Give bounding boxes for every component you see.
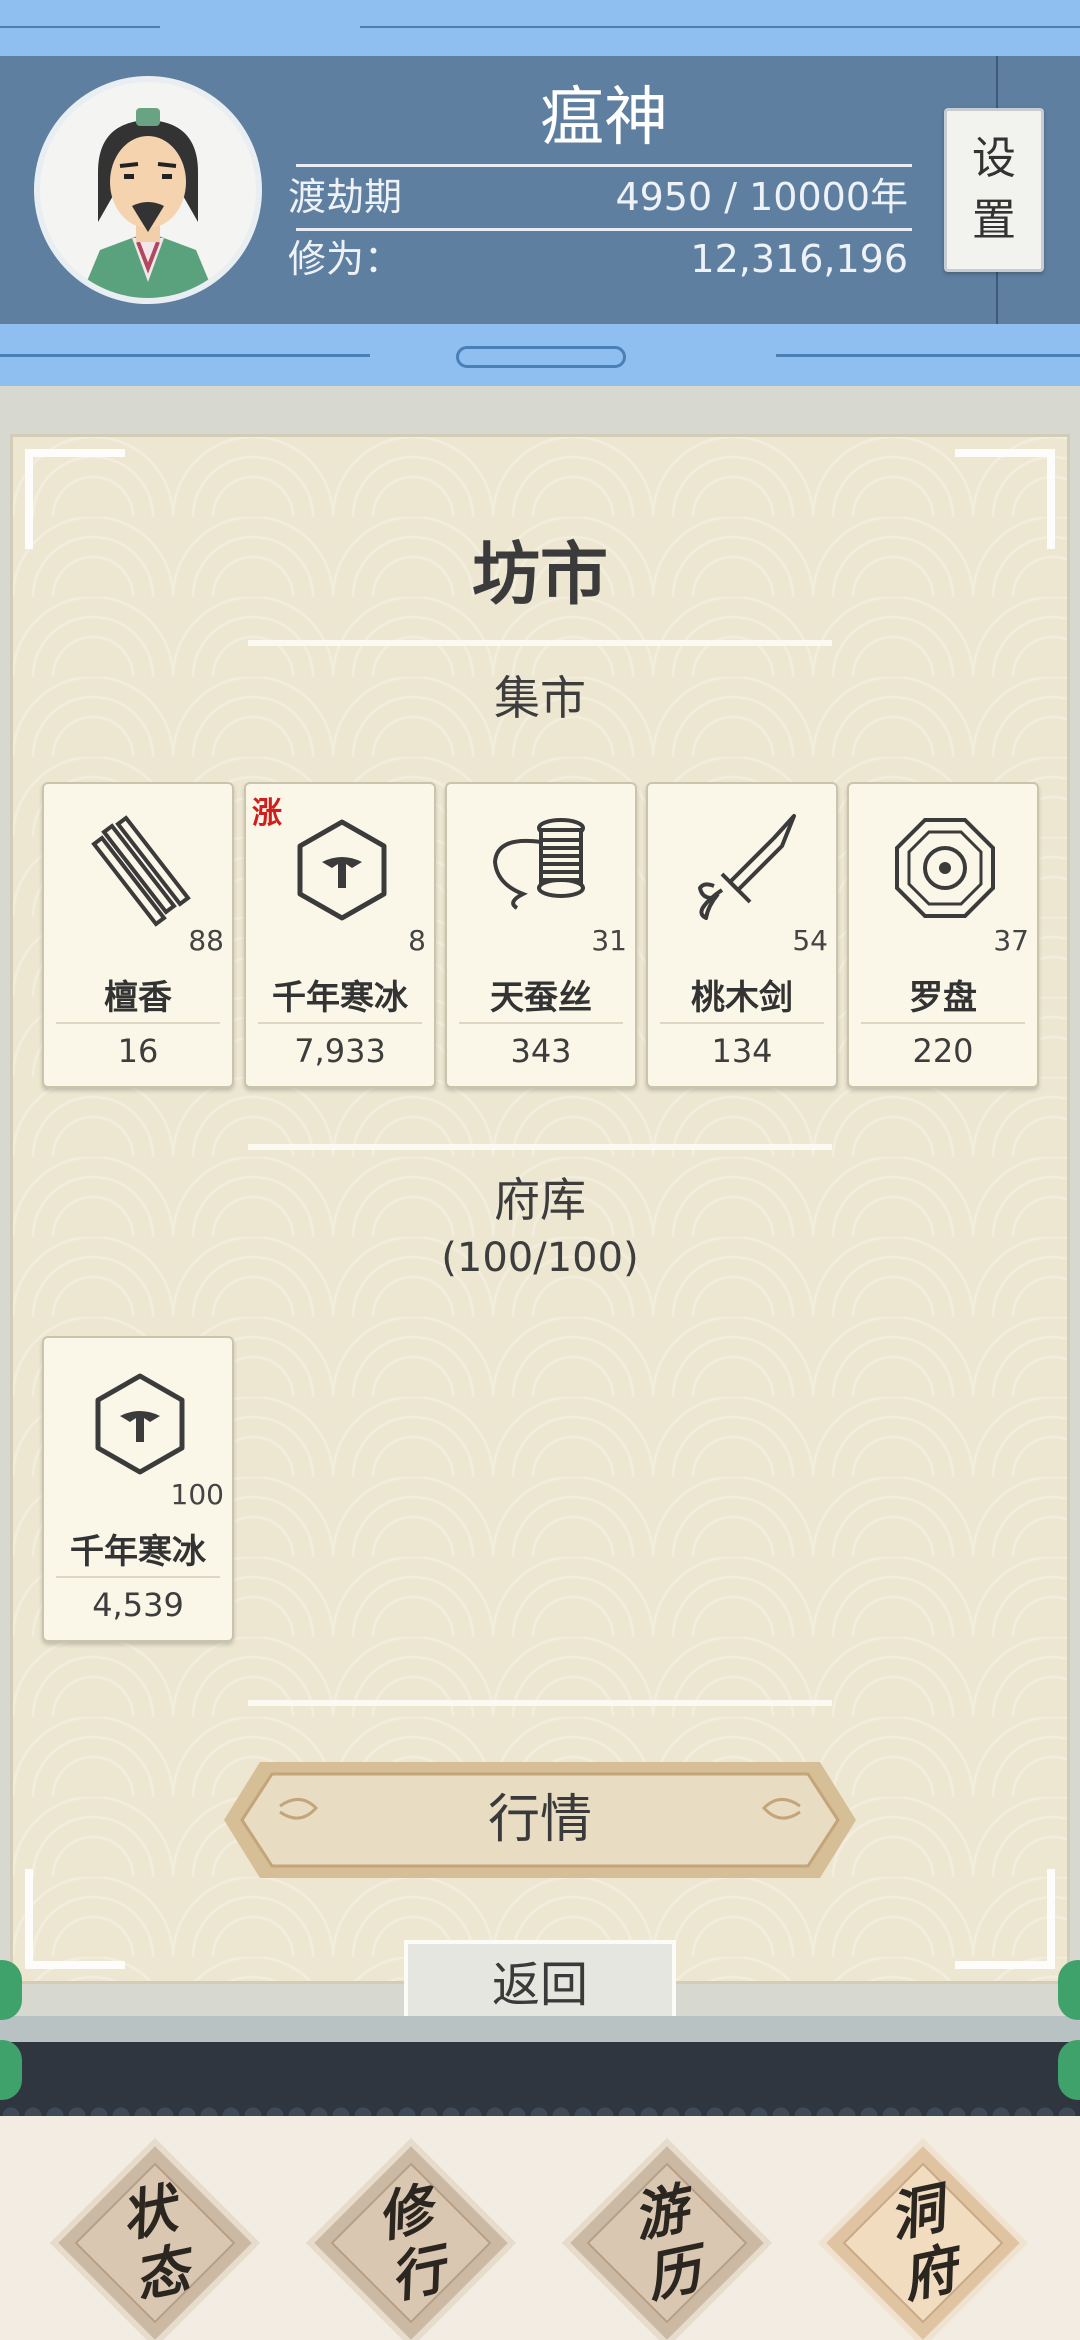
storage-capacity: (100/100) <box>441 1235 639 1281</box>
wooden-sword-icon <box>697 814 796 920</box>
leaf-decoration <box>0 2040 22 2100</box>
nav-travel-char-2: 历 <box>640 2236 707 2311</box>
item-quantity: 100 <box>170 1478 224 1511</box>
player-header: 瘟神 渡劫期 4950 / 10000年 修为： 12,316,196 设 置 <box>0 56 1080 324</box>
section-divider <box>248 1700 832 1706</box>
settings-label-1: 设 <box>972 133 1016 184</box>
item-quantity: 88 <box>188 924 224 957</box>
ice-icon <box>297 819 387 921</box>
nav-status[interactable]: 状态 <box>46 2134 264 2340</box>
quotes-button-label: 行情 <box>487 1790 592 1850</box>
item-price: 16 <box>117 1032 159 1070</box>
item-name: 罗盘 <box>909 978 977 1018</box>
lifespan-value: 4950 / 10000年 <box>615 175 908 219</box>
title-divider <box>248 640 832 646</box>
realm-label: 渡劫期 <box>288 175 403 219</box>
quotes-button[interactable]: 行情 <box>220 1756 860 1884</box>
settings-label-2: 置 <box>972 195 1016 246</box>
storage-item-card[interactable]: 100 千年寒冰 4,539 <box>42 1336 234 1642</box>
cultivation-value: 12,316,196 <box>690 237 908 281</box>
item-price: 7,933 <box>294 1032 386 1070</box>
corner-ornament <box>25 1869 125 1969</box>
item-quantity: 8 <box>408 924 426 957</box>
nav-top-strip <box>0 2016 1080 2042</box>
item-quantity: 54 <box>792 924 828 957</box>
market-section-title: 集市 <box>494 671 586 725</box>
corner-ornament <box>955 1869 1055 1969</box>
nav-status-char-2: 态 <box>128 2236 195 2311</box>
name-underline <box>296 164 912 167</box>
cultivation-label: 修为： <box>288 237 403 281</box>
item-price: 343 <box>510 1032 572 1070</box>
nav-cultivate-char-2: 行 <box>384 2236 451 2311</box>
market-item-card[interactable]: 54 桃木剑 134 <box>646 782 838 1088</box>
item-name: 千年寒冰 <box>272 978 408 1018</box>
section-divider <box>248 1144 832 1150</box>
leaf-decoration <box>0 1960 22 2020</box>
ice-icon <box>95 1373 185 1475</box>
incense-icon <box>91 815 191 927</box>
nav-cave[interactable]: 洞府 <box>814 2134 1032 2340</box>
item-name: 千年寒冰 <box>70 1532 206 1572</box>
leaf-decoration <box>1058 2040 1080 2100</box>
settings-button[interactable]: 设 置 <box>944 108 1044 272</box>
market-item-card[interactable]: 88 檀香 16 <box>42 782 234 1088</box>
nav-cultivate[interactable]: 修行 <box>302 2134 520 2340</box>
player-name: 瘟神 <box>540 81 668 155</box>
page-title: 坊市 <box>471 535 608 615</box>
item-name: 桃木剑 <box>691 978 793 1018</box>
nav-travel[interactable]: 游历 <box>558 2134 776 2340</box>
item-name: 天蚕丝 <box>490 978 592 1018</box>
item-price: 220 <box>912 1032 974 1070</box>
item-price: 4,539 <box>92 1586 184 1624</box>
market-item-card[interactable]: 涨 8 千年寒冰 7,933 <box>244 782 436 1088</box>
nav-roof <box>0 2042 1080 2116</box>
item-quantity: 37 <box>993 924 1029 957</box>
avatar[interactable] <box>34 76 262 304</box>
top-decor-strip <box>0 0 1080 56</box>
item-name: 檀香 <box>104 978 172 1018</box>
item-price: 134 <box>711 1032 773 1070</box>
item-quantity: 31 <box>591 924 627 957</box>
nav-cave-char-2: 府 <box>896 2236 963 2311</box>
leaf-decoration <box>1058 1960 1080 2020</box>
header-bottom-band <box>0 324 1080 386</box>
market-item-card[interactable]: 37 罗盘 220 <box>847 782 1039 1088</box>
stat-divider <box>296 228 912 231</box>
compass-icon <box>895 818 995 918</box>
storage-section-title: 府库 <box>494 1173 586 1227</box>
silk-spool-icon <box>492 818 585 910</box>
market-item-card[interactable]: 31 天蚕丝 343 <box>445 782 637 1088</box>
